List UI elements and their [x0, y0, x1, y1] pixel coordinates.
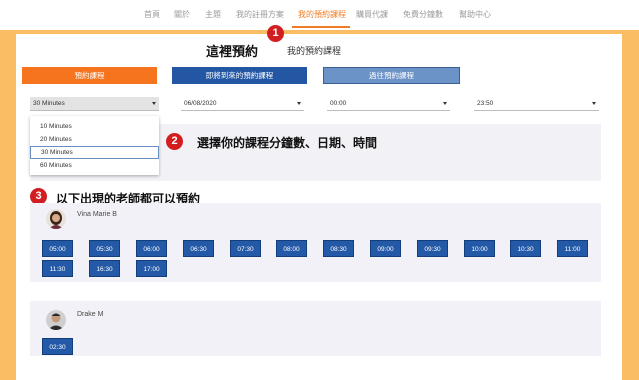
time-slot-button[interactable]: 08:30 [323, 240, 354, 257]
time-slot-button[interactable]: 09:30 [417, 240, 448, 257]
duration-select[interactable]: 30 Minutes [30, 97, 159, 111]
time-slot-button[interactable]: 11:00 [557, 240, 588, 257]
time-slot-button[interactable]: 05:00 [42, 240, 73, 257]
top-nav: 首頁 關於 主題 我的註冊方案 我的預約課程 購買代課 免費分鐘數 幫助中心 [0, 0, 639, 30]
time-slot-button[interactable]: 10:00 [464, 240, 495, 257]
teacher-avatar[interactable] [46, 209, 66, 229]
annotation-choose-filters: 選擇你的課程分鐘數、日期、時間 [197, 136, 378, 150]
nav-about[interactable]: 關於 [174, 9, 190, 20]
avatar-photo [46, 209, 66, 229]
avatar-photo [46, 310, 66, 330]
nav-topics[interactable]: 主題 [205, 9, 221, 20]
nav-active-indicator [292, 26, 350, 28]
tab-past-bookings[interactable]: 過往預約課程 [323, 67, 460, 84]
time-slot-button[interactable]: 02:30 [42, 338, 73, 355]
time-slot-button[interactable]: 06:30 [183, 240, 214, 257]
time-slot-button[interactable]: 06:00 [136, 240, 167, 257]
tab-upcoming-bookings[interactable]: 即將到來的預約課程 [172, 67, 307, 84]
time-slot-button[interactable]: 10:30 [510, 240, 541, 257]
start-time-select[interactable]: 00:00 [327, 97, 450, 111]
start-time-select-value: 00:00 [330, 100, 347, 107]
nav-home[interactable]: 首頁 [144, 9, 160, 20]
step-marker-1: 1 [267, 25, 284, 42]
chevron-down-icon [152, 102, 156, 105]
duration-dropdown-menu: 10 Minutes 20 Minutes 30 Minutes 60 Minu… [30, 116, 159, 175]
date-select[interactable]: 06/08/2020 [181, 97, 304, 111]
duration-select-value: 30 Minutes [33, 100, 65, 107]
time-slot-button[interactable]: 16:30 [89, 260, 120, 277]
tab-book-lesson[interactable]: 預約課程 [22, 67, 157, 84]
teacher-card [30, 301, 601, 356]
date-select-value: 06/08/2020 [184, 100, 217, 107]
duration-option-20[interactable]: 20 Minutes [30, 133, 159, 146]
page-subtitle: 我的預約課程 [287, 46, 342, 56]
duration-option-30[interactable]: 30 Minutes [30, 146, 159, 159]
chevron-down-icon [592, 102, 596, 105]
nav-my-bookings[interactable]: 我的預約課程 [298, 9, 346, 20]
time-slot-button[interactable]: 07:30 [230, 240, 261, 257]
teacher-name[interactable]: Vina Marie B [77, 211, 117, 218]
teacher-avatar[interactable] [46, 310, 66, 330]
end-time-select-value: 23:50 [477, 100, 494, 107]
end-time-select[interactable]: 23:50 [474, 97, 599, 111]
chevron-down-icon [443, 102, 447, 105]
teacher-name[interactable]: Drake M [77, 311, 103, 318]
time-slot-button[interactable]: 08:00 [276, 240, 307, 257]
time-slot-button[interactable]: 05:30 [89, 240, 120, 257]
nav-my-plan[interactable]: 我的註冊方案 [236, 9, 284, 20]
time-slot-button[interactable]: 09:00 [370, 240, 401, 257]
duration-option-60[interactable]: 60 Minutes [30, 159, 159, 172]
nav-buy-credits[interactable]: 購買代課 [356, 9, 388, 20]
chevron-down-icon [297, 102, 301, 105]
duration-option-10[interactable]: 10 Minutes [30, 120, 159, 133]
nav-free-minutes[interactable]: 免費分鐘數 [403, 9, 443, 20]
time-slot-button[interactable]: 11:30 [42, 260, 73, 277]
time-slot-button[interactable]: 17:00 [136, 260, 167, 277]
step-marker-2: 2 [166, 133, 183, 150]
page-title: 這裡預約 [206, 44, 259, 59]
nav-help-center[interactable]: 幫助中心 [459, 9, 491, 20]
